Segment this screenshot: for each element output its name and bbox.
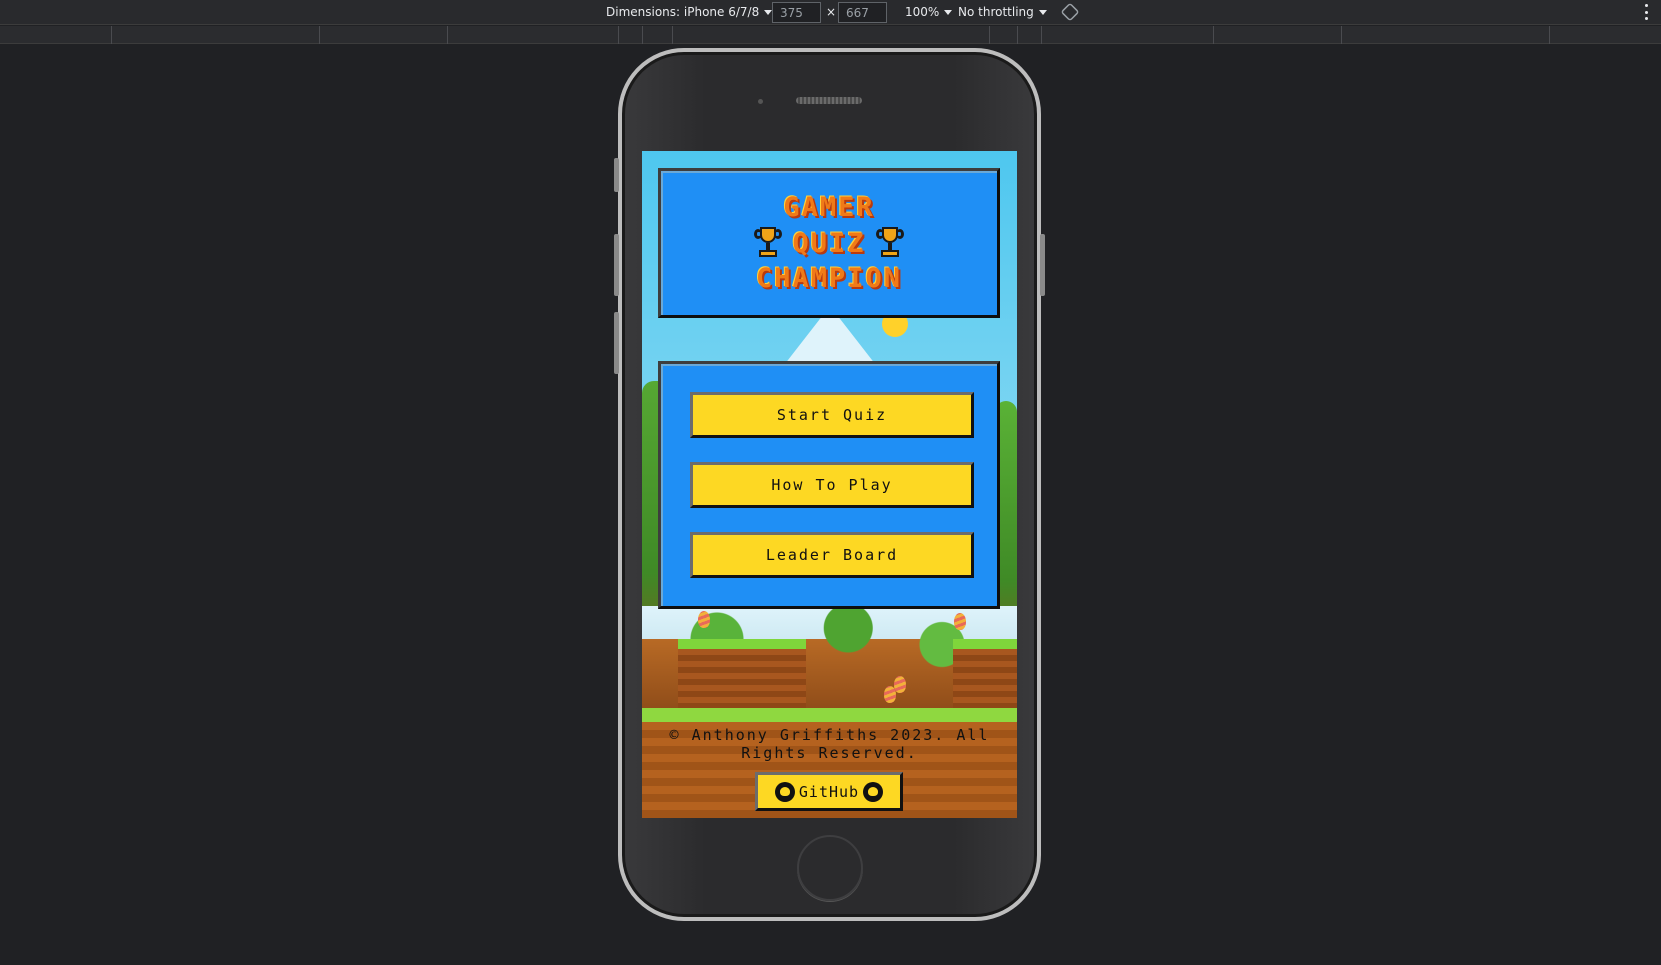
github-button[interactable]: GitHub [755,772,903,811]
phone-volume-up [614,234,619,296]
phone-power-button [1040,234,1045,296]
rotate-icon[interactable] [1060,2,1080,22]
front-camera-icon [758,99,763,104]
leader-board-button[interactable]: Leader Board [690,532,974,578]
zoom-dropdown[interactable]: 100% [905,5,953,19]
decor-egg [698,611,710,628]
trophy-icon [875,227,904,259]
chevron-down-icon [1038,9,1047,15]
start-quiz-button[interactable]: Start Quiz [690,392,974,438]
chevron-down-icon [944,9,953,15]
app-screen: GAMER QUIZ CHAMPION Start Quiz How To Pl… [642,151,1017,818]
trophy-icon [754,227,783,259]
throttling-dropdown[interactable]: No throttling [958,5,1047,19]
height-input[interactable] [838,2,887,23]
decor-egg [884,686,896,703]
copyright-text: © Anthony Griffiths 2023. All Rights Res… [669,726,990,762]
background-platform [953,639,1017,709]
decor-egg [954,613,966,630]
home-button[interactable] [797,835,863,901]
github-icon [774,781,795,802]
device-dimensions-dropdown[interactable]: Dimensions: iPhone 6/7/8 [606,5,773,19]
title-line-2: QUIZ [792,227,866,259]
title-line-1: GAMER [783,192,875,223]
media-query-ruler [0,26,1661,44]
menu-panel: Start Quiz How To Play Leader Board [658,361,1000,609]
background-platform [678,639,806,709]
devtools-device-toolbar: Dimensions: iPhone 6/7/8 × 100% No throt… [0,0,1661,25]
zoom-label: 100% [905,5,940,19]
throttling-label: No throttling [958,5,1034,19]
phone-volume-down [614,312,619,374]
decor-egg [894,676,906,693]
title-line-2-row: QUIZ [754,227,904,259]
dimension-separator: × [826,5,837,19]
more-options-icon[interactable] [1645,4,1649,20]
phone-mute-switch [614,158,619,192]
device-dimensions-label: Dimensions: iPhone 6/7/8 [606,5,760,19]
github-label: GitHub [798,782,860,801]
how-to-play-button[interactable]: How To Play [690,462,974,508]
title-line-3: CHAMPION [755,263,903,294]
github-icon [863,781,884,802]
earpiece-speaker [796,97,862,104]
title-panel: GAMER QUIZ CHAMPION [658,168,1000,318]
width-input[interactable] [772,2,821,23]
